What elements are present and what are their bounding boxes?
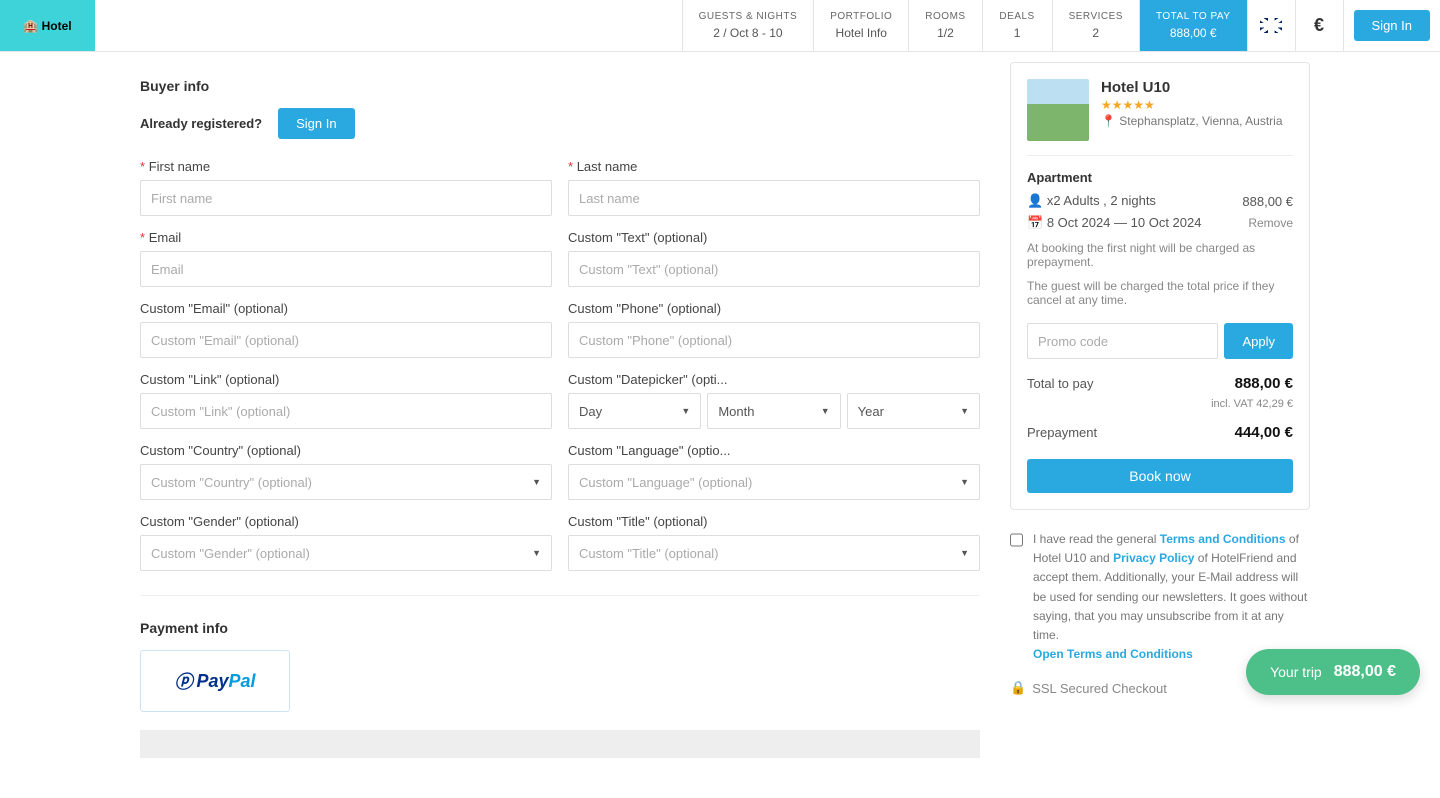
custom-email-label: Custom "Email" (optional) <box>140 301 552 316</box>
calendar-icon: 📅 <box>1027 215 1043 230</box>
buyer-info-heading: Buyer info <box>140 78 980 94</box>
room-price: 888,00 € <box>1242 194 1293 209</box>
nav-rooms[interactable]: ROOMS1/2 <box>908 0 981 51</box>
currency-selector[interactable]: € <box>1295 0 1343 51</box>
signin-button[interactable]: Sign In <box>1354 10 1430 41</box>
terms-text: I have read the general Terms and Condit… <box>1033 530 1310 664</box>
nav-portfolio[interactable]: PORTFOLIOHotel Info <box>813 0 908 51</box>
nav-services[interactable]: SERVICES2 <box>1052 0 1139 51</box>
your-trip-fab[interactable]: Your trip 888,00 € <box>1246 649 1420 695</box>
language-selector[interactable] <box>1247 0 1295 51</box>
dates: 📅 8 Oct 2024 — 10 Oct 2024 <box>1027 215 1201 231</box>
chevron-down-icon: ▼ <box>532 477 541 487</box>
chevron-down-icon: ▼ <box>821 406 830 416</box>
custom-date-label: Custom "Datepicker" (opti... <box>568 372 980 387</box>
vat-note: incl. VAT 42,29 € <box>1027 398 1293 410</box>
apply-button[interactable]: Apply <box>1224 323 1293 359</box>
custom-text-label: Custom "Text" (optional) <box>568 230 980 245</box>
hotel-name: Hotel U10 <box>1101 79 1283 96</box>
year-select[interactable]: Year▼ <box>847 393 980 429</box>
chevron-down-icon: ▼ <box>681 406 690 416</box>
total-value: 888,00 € <box>1235 375 1293 392</box>
remove-button[interactable]: Remove <box>1248 216 1293 230</box>
custom-phone-input[interactable] <box>568 322 980 358</box>
terms-checkbox[interactable] <box>1010 532 1023 548</box>
nav-guests[interactable]: GUESTS & NIGHTS2 / Oct 8 - 10 <box>682 0 814 51</box>
first-name-label: * First name <box>140 159 552 174</box>
nav-total[interactable]: TOTAL TO PAY888,00 € <box>1139 0 1247 51</box>
topbar-spacer <box>95 0 682 51</box>
prepayment-value: 444,00 € <box>1235 424 1293 441</box>
uk-flag-icon <box>1260 18 1282 33</box>
last-name-label: * Last name <box>568 159 980 174</box>
payment-footer-bar <box>140 730 980 758</box>
prepayment-label: Prepayment <box>1027 425 1097 440</box>
custom-link-input[interactable] <box>140 393 552 429</box>
first-name-input[interactable] <box>140 180 552 216</box>
privacy-link[interactable]: Privacy Policy <box>1113 551 1194 565</box>
guests-nights: 👤 x2 Adults , 2 nights <box>1027 193 1156 209</box>
total-label: Total to pay <box>1027 376 1094 391</box>
last-name-input[interactable] <box>568 180 980 216</box>
signin-inline-button[interactable]: Sign In <box>278 108 354 139</box>
email-label: * Email <box>140 230 552 245</box>
room-type: Apartment <box>1027 170 1293 185</box>
chevron-down-icon: ▼ <box>960 406 969 416</box>
day-select[interactable]: Day▼ <box>568 393 701 429</box>
book-now-button[interactable]: Book now <box>1027 459 1293 493</box>
paypal-option[interactable]: ⓟ PayPal <box>140 650 290 712</box>
custom-phone-label: Custom "Phone" (optional) <box>568 301 980 316</box>
custom-title-select[interactable]: Custom "Title" (optional)▼ <box>568 535 980 571</box>
already-registered-label: Already registered? <box>140 116 262 131</box>
hotel-thumbnail <box>1027 79 1089 141</box>
star-rating: ★★★★★ <box>1101 98 1283 112</box>
custom-link-label: Custom "Link" (optional) <box>140 372 552 387</box>
payment-info-heading: Payment info <box>140 620 980 636</box>
chevron-down-icon: ▼ <box>532 548 541 558</box>
logo[interactable]: 🏨 Hotel <box>0 0 95 51</box>
paypal-icon: ⓟ <box>174 668 192 694</box>
custom-text-input[interactable] <box>568 251 980 287</box>
custom-gender-label: Custom "Gender" (optional) <box>140 514 552 529</box>
custom-country-label: Custom "Country" (optional) <box>140 443 552 458</box>
open-terms-link[interactable]: Open Terms and Conditions <box>1033 647 1193 661</box>
chevron-down-icon: ▼ <box>960 477 969 487</box>
promo-code-input[interactable] <box>1027 323 1218 359</box>
fab-label: Your trip <box>1270 664 1322 680</box>
custom-country-select[interactable]: Custom "Country" (optional)▼ <box>140 464 552 500</box>
fab-amount: 888,00 € <box>1334 663 1396 681</box>
nav-deals[interactable]: DEALS1 <box>982 0 1052 51</box>
custom-title-label: Custom "Title" (optional) <box>568 514 980 529</box>
lock-icon: 🔒 <box>1010 680 1026 696</box>
summary-card: Hotel U10 ★★★★★ 📍 Stephansplatz, Vienna,… <box>1010 62 1310 510</box>
month-select[interactable]: Month▼ <box>707 393 840 429</box>
person-icon: 👤 <box>1027 193 1043 208</box>
custom-language-label: Custom "Language" (optio... <box>568 443 980 458</box>
cancellation-note: The guest will be charged the total pric… <box>1027 279 1293 307</box>
custom-gender-select[interactable]: Custom "Gender" (optional)▼ <box>140 535 552 571</box>
pin-icon: 📍 <box>1101 114 1116 128</box>
terms-link[interactable]: Terms and Conditions <box>1160 532 1286 546</box>
chevron-down-icon: ▼ <box>960 548 969 558</box>
email-input[interactable] <box>140 251 552 287</box>
hotel-address: 📍 Stephansplatz, Vienna, Austria <box>1101 114 1283 128</box>
prepayment-note: At booking the first night will be charg… <box>1027 241 1293 269</box>
custom-language-select[interactable]: Custom "Language" (optional)▼ <box>568 464 980 500</box>
custom-email-input[interactable] <box>140 322 552 358</box>
